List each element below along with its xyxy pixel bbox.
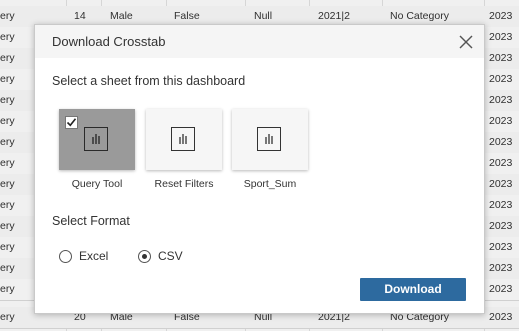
bar-chart-icon: [84, 127, 108, 151]
close-icon: [459, 35, 473, 49]
radio-excel[interactable]: [59, 250, 72, 263]
sheet-name-sport-sum[interactable]: Sport_Sum: [225, 178, 315, 190]
dialog-header: Download Crosstab: [35, 25, 484, 58]
sheet-section-label: Select a sheet from this dashboard: [52, 74, 246, 88]
radio-csv[interactable]: [138, 250, 151, 263]
sheet-tile-sport-sum[interactable]: [232, 109, 308, 170]
format-section-label: Select Format: [52, 214, 130, 228]
download-crosstab-dialog: Download Crosstab Select a sheet from th…: [34, 24, 485, 314]
checkmark-icon: [66, 118, 77, 127]
radio-selected-dot: [142, 254, 147, 259]
sheet-tile-query-tool[interactable]: [59, 109, 135, 170]
sheet-name-reset-filters[interactable]: Reset Filters: [139, 178, 229, 190]
radio-label-csv[interactable]: CSV: [158, 249, 183, 263]
selected-checkbox[interactable]: [65, 116, 78, 129]
dialog-title: Download Crosstab: [52, 34, 166, 49]
bar-chart-icon: [257, 127, 281, 151]
bar-chart-icon: [171, 127, 195, 151]
tableau-dashboard-page: ery 14 Male False Null 2021|2 No Categor…: [0, 0, 519, 331]
radio-label-excel[interactable]: Excel: [79, 249, 108, 263]
sheet-name-query-tool[interactable]: Query Tool: [52, 178, 142, 190]
download-button[interactable]: Download: [360, 278, 466, 301]
sheet-tile-reset-filters[interactable]: [146, 109, 222, 170]
close-button[interactable]: [457, 33, 475, 51]
